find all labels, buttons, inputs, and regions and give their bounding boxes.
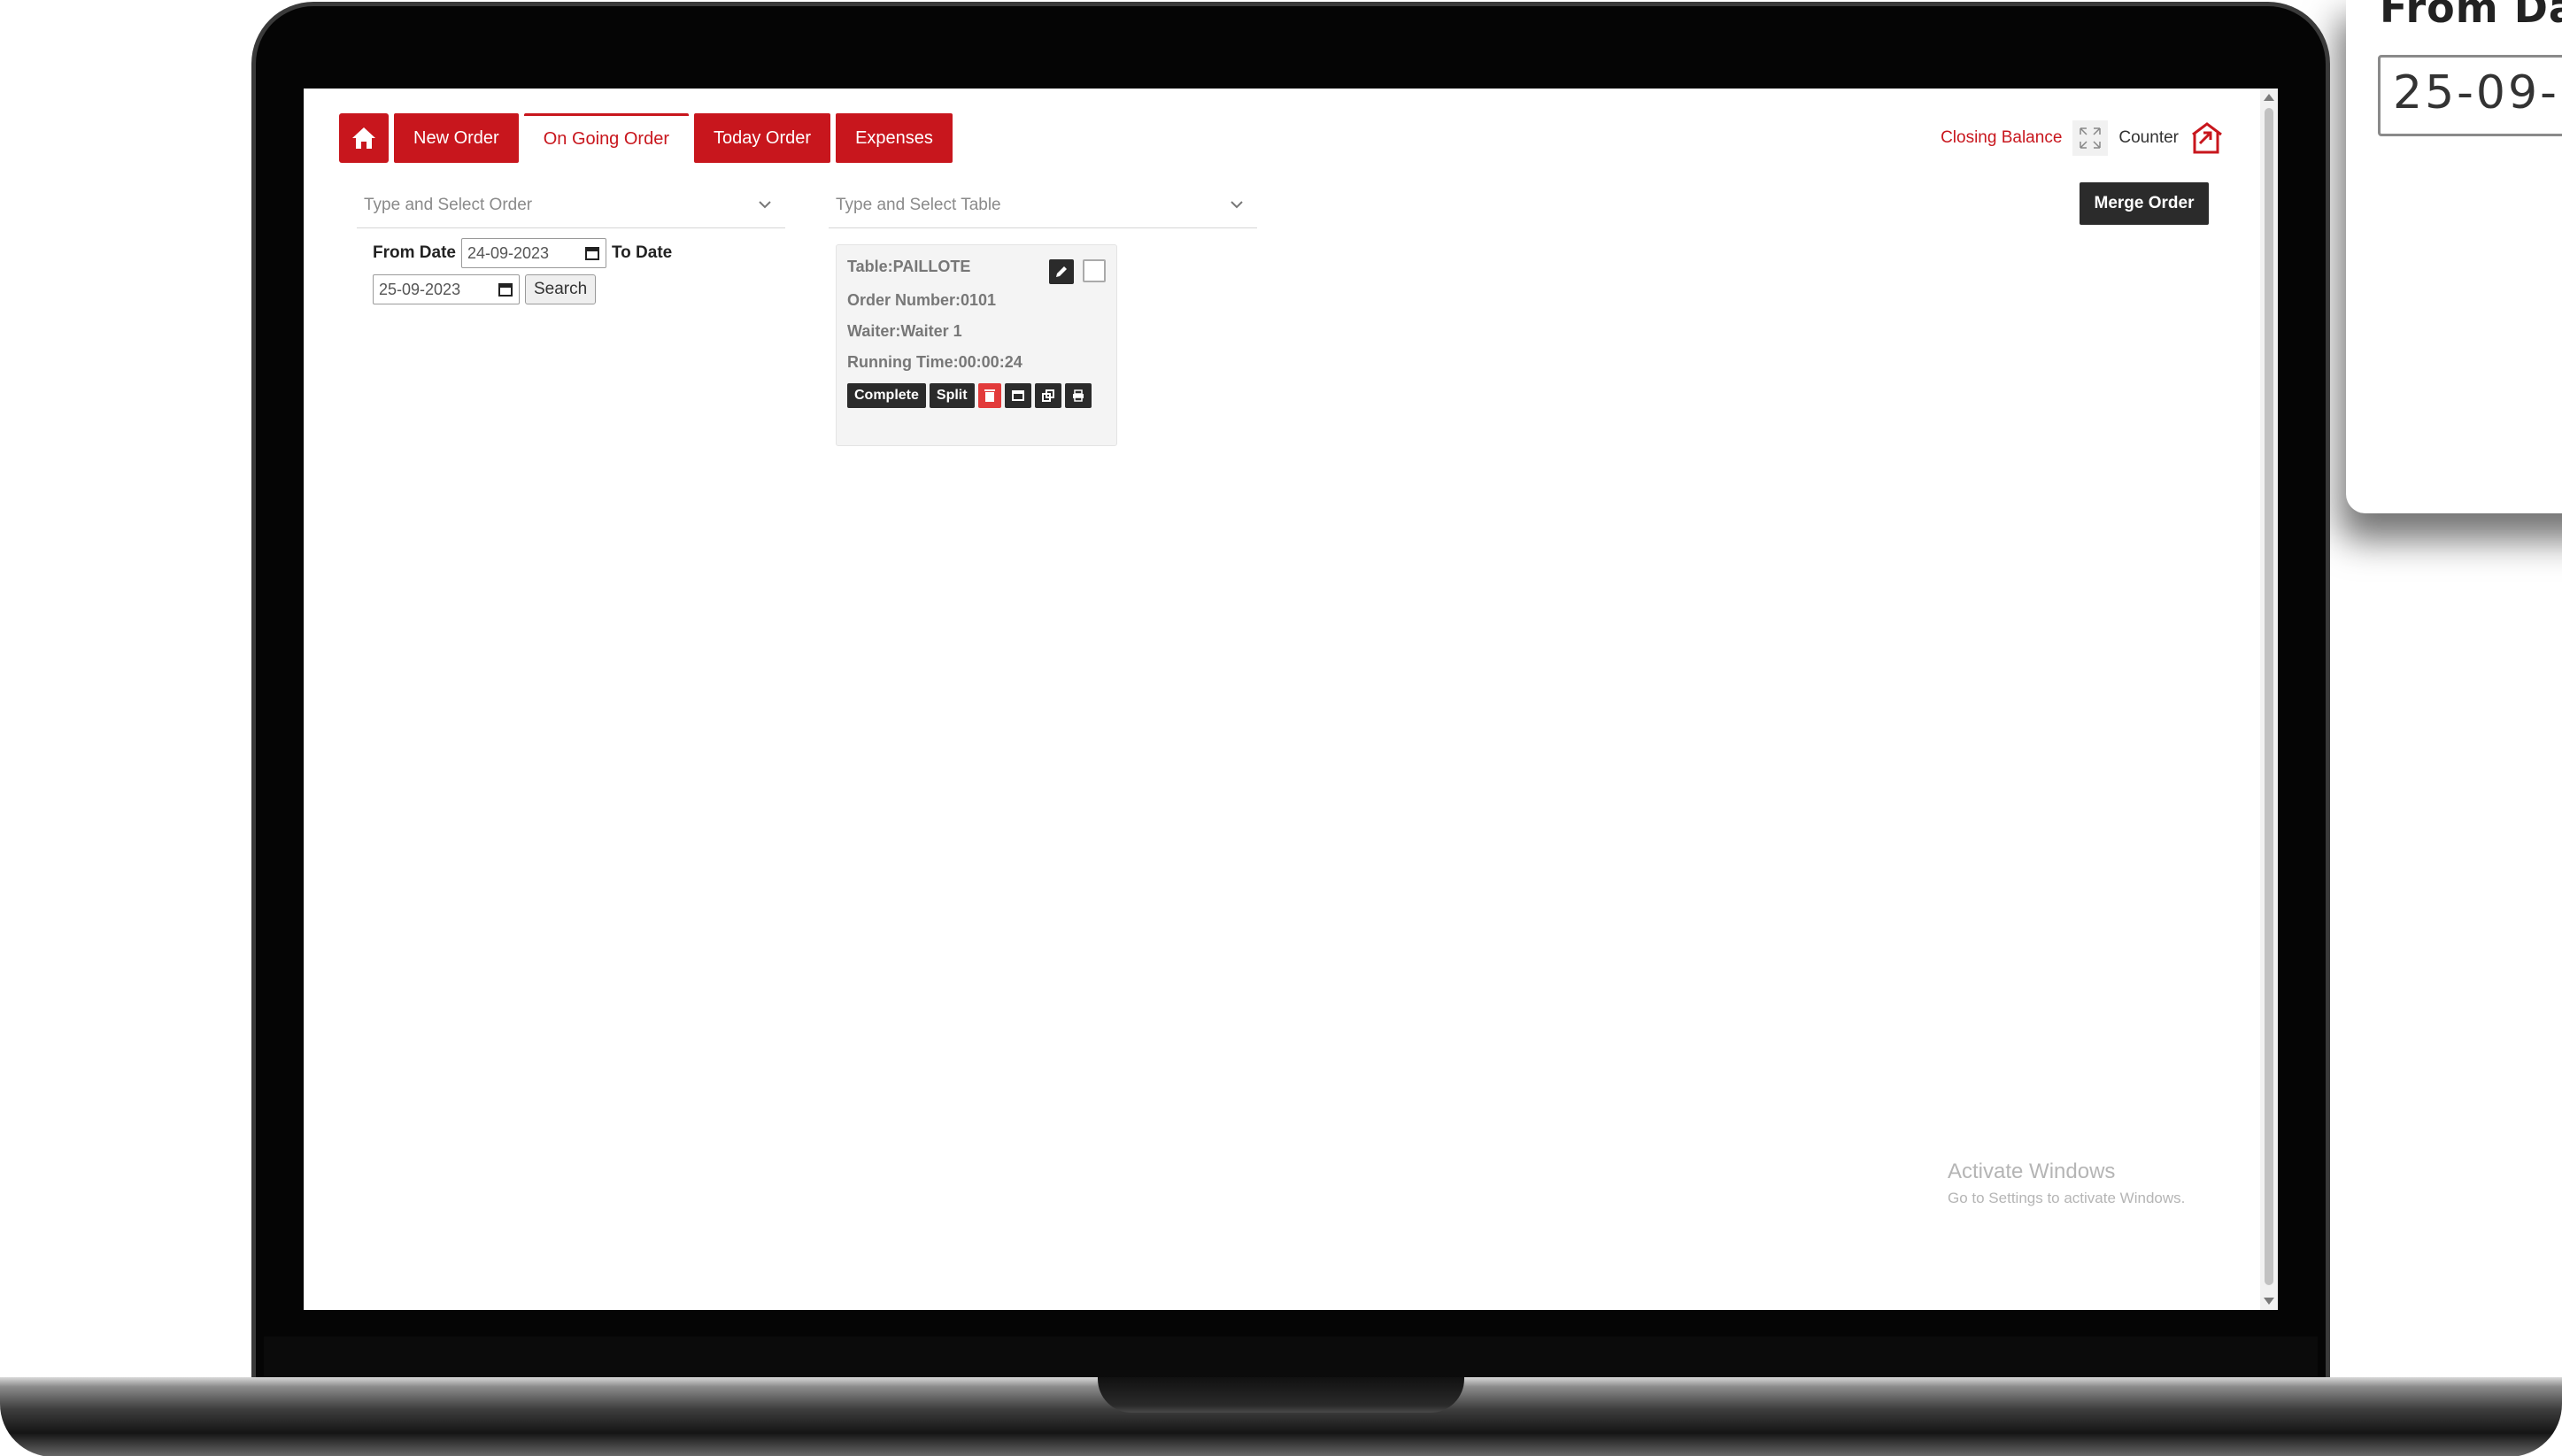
date-filter-row-2: 25-09-2023 Search	[373, 274, 597, 304]
trash-icon	[984, 389, 995, 402]
laptop-chin	[264, 1337, 2318, 1377]
order-card[interactable]: Table:PAILLOTE Order Number:0101 Waiter:…	[836, 244, 1117, 446]
table-select[interactable]: Type and Select Table	[829, 182, 1257, 228]
copy-icon	[1041, 389, 1054, 402]
to-date-label: To Date	[611, 243, 673, 262]
order-actions: Complete Split	[847, 383, 1092, 408]
window-button[interactable]	[1004, 383, 1031, 408]
tab-today-order[interactable]: Today Order	[694, 113, 831, 163]
print-icon	[1072, 389, 1084, 402]
to-date-input[interactable]: 25-09-2023	[373, 274, 520, 304]
tab-on-going-order[interactable]: On Going Order	[523, 113, 689, 163]
split-button[interactable]: Split	[929, 383, 975, 408]
header-tools: Closing Balance Counter	[1941, 120, 2225, 156]
calendar-icon[interactable]	[498, 281, 513, 297]
order-table: Table:PAILLOTE	[847, 258, 971, 275]
scroll-thumb[interactable]	[2265, 108, 2273, 1285]
zoom-date-input: 25-09-20	[2378, 55, 2562, 136]
app-screen: New Order On Going Order Today Order Exp…	[304, 89, 2278, 1310]
merge-order-button[interactable]: Merge Order	[2080, 182, 2209, 225]
logout-icon[interactable]	[2189, 120, 2225, 156]
print-button[interactable]	[1064, 383, 1092, 408]
copy-button[interactable]	[1034, 383, 1061, 408]
pencil-icon	[1056, 266, 1067, 277]
counter-label[interactable]: Counter	[2118, 128, 2179, 148]
tab-new-order[interactable]: New Order	[394, 113, 519, 163]
order-select[interactable]: Type and Select Order	[357, 182, 785, 228]
from-date-input[interactable]: 24-09-2023	[460, 238, 606, 268]
table-select-placeholder: Type and Select Table	[836, 195, 1001, 214]
complete-button[interactable]: Complete	[847, 383, 926, 408]
vertical-scrollbar[interactable]	[2260, 89, 2278, 1310]
date-filter-row-1: From Date 24-09-2023 To Date	[373, 238, 672, 268]
tab-expenses[interactable]: Expenses	[836, 113, 953, 163]
select-order-checkbox[interactable]	[1083, 259, 1106, 282]
laptop-notch	[1098, 1377, 1464, 1413]
activate-windows-watermark: Activate Windows Go to Settings to activ…	[1948, 1159, 2185, 1207]
from-date-value: 24-09-2023	[467, 243, 550, 262]
watermark-title: Activate Windows	[1948, 1159, 2116, 1183]
order-waiter: Waiter:Waiter 1	[847, 322, 962, 340]
fullscreen-icon[interactable]	[2072, 120, 2109, 156]
chevron-down-icon	[759, 201, 771, 209]
order-select-placeholder: Type and Select Order	[364, 195, 533, 214]
delete-button[interactable]	[977, 383, 1001, 408]
chevron-down-icon	[1231, 201, 1243, 209]
closing-balance-link[interactable]: Closing Balance	[1941, 128, 2062, 148]
from-date-label: From Date	[373, 243, 456, 262]
order-running-time: Running Time:00:00:24	[847, 353, 1022, 371]
search-button[interactable]: Search	[525, 274, 597, 304]
scroll-up-icon[interactable]	[2264, 94, 2274, 101]
window-icon	[1011, 390, 1024, 401]
home-icon	[352, 127, 375, 149]
zoom-date-value: 25-09-20	[2393, 66, 2562, 119]
watermark-subtitle: Go to Settings to activate Windows.	[1948, 1190, 2186, 1206]
zoom-date-card: From Dat 25-09-20	[2346, 0, 2562, 513]
edit-order-button[interactable]	[1049, 259, 1074, 284]
to-date-value: 25-09-2023	[379, 280, 461, 298]
calendar-icon[interactable]	[584, 245, 600, 261]
zoom-from-date-label: From Dat	[2380, 0, 2562, 32]
home-button[interactable]	[339, 113, 389, 163]
main-nav: New Order On Going Order Today Order Exp…	[339, 113, 953, 163]
order-number: Order Number:0101	[847, 291, 997, 309]
scroll-down-icon[interactable]	[2264, 1298, 2274, 1305]
